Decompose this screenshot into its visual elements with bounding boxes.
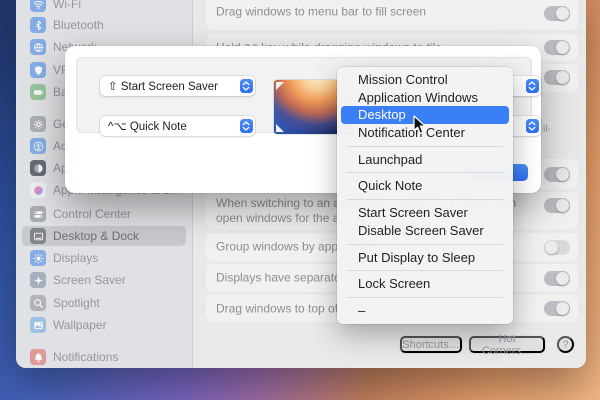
sidebar-item-wi-fi[interactable]: Wi-Fi bbox=[22, 0, 186, 14]
sidebar-item-label: Spotlight bbox=[53, 296, 100, 310]
toggle-switch-app[interactable] bbox=[544, 198, 570, 213]
sidebar-item-label: Wallpaper bbox=[53, 318, 107, 332]
toggle-knob bbox=[556, 272, 569, 285]
wallpaper-icon bbox=[30, 317, 46, 333]
menu-separator bbox=[347, 172, 503, 173]
vpn-icon bbox=[30, 62, 46, 78]
sidebar-item-screen-saver[interactable]: Screen Saver bbox=[22, 270, 186, 290]
toggle-drag-menu-bar[interactable] bbox=[544, 6, 570, 21]
sidebar-item-control-center[interactable]: Control Center bbox=[22, 204, 186, 224]
sidebar-item-label: Displays bbox=[53, 251, 98, 265]
menu-separator bbox=[347, 146, 503, 147]
clipped-text-fragment: ll- bbox=[543, 124, 551, 135]
bell-icon bbox=[30, 349, 46, 365]
sidebar-item-label: Desktop & Dock bbox=[53, 229, 139, 243]
sidebar-item-spotlight[interactable]: Spotlight bbox=[22, 293, 186, 313]
menu-item-quick-note[interactable]: Quick Note bbox=[337, 177, 513, 195]
chevron-up-down-icon bbox=[526, 79, 539, 93]
sidebar-item-label: Notifications bbox=[53, 350, 118, 364]
globe-icon bbox=[30, 39, 46, 55]
appearance-icon bbox=[30, 160, 46, 176]
hot-corner-popup-bottom-left[interactable]: ^⌥ Quick Note bbox=[100, 116, 255, 136]
menu-item-application-windows[interactable]: Application Windows bbox=[337, 89, 513, 107]
toggle-knob bbox=[556, 199, 569, 212]
chevron-up-down-icon bbox=[240, 79, 253, 93]
settings-row-label: Drag windows to menu bar to fill screen bbox=[216, 4, 536, 19]
chevron-up-down-icon bbox=[240, 119, 253, 133]
settings-row-drag-menu-bar: Drag windows to menu bar to fill screen bbox=[206, 0, 578, 30]
screen-saver-icon bbox=[30, 272, 46, 288]
toggle-knob bbox=[556, 71, 569, 84]
hot-corners-button[interactable]: Hot Corners… bbox=[469, 336, 545, 353]
battery-icon bbox=[30, 84, 46, 100]
menu-separator bbox=[347, 270, 503, 271]
popup-value: ^⌥ Quick Note bbox=[108, 119, 187, 133]
menu-item-launchpad[interactable]: Launchpad bbox=[337, 151, 513, 169]
sidebar-item-label: Control Center bbox=[53, 207, 131, 221]
toggle-knob bbox=[556, 7, 569, 20]
sidebar-item-notifications[interactable]: Notifications bbox=[22, 347, 186, 367]
hot-corner-marker-top-left bbox=[276, 82, 284, 90]
menu-item-[interactable]: – bbox=[337, 302, 513, 320]
toggle-drag-top[interactable] bbox=[544, 301, 570, 316]
popup-value: ⇧ Start Screen Saver bbox=[108, 79, 218, 93]
sidebar-item-label: Wi-Fi bbox=[53, 0, 81, 11]
menu-item-lock-screen[interactable]: Lock Screen bbox=[337, 275, 513, 293]
toggle-knob bbox=[545, 241, 558, 254]
siri-icon bbox=[30, 182, 46, 198]
toggle-hold-option[interactable] bbox=[544, 40, 570, 55]
display-icon bbox=[30, 250, 46, 266]
menu-item-disable-screen-saver[interactable]: Disable Screen Saver bbox=[337, 222, 513, 240]
menu-item-start-screen-saver[interactable]: Start Screen Saver bbox=[337, 204, 513, 222]
chevron-up-down-icon bbox=[526, 119, 539, 133]
toggle-separate-spaces[interactable] bbox=[544, 271, 570, 286]
toggle-knob bbox=[556, 302, 569, 315]
desktop-wallpaper: Wi-FiBluetoothNetworkVPNBatteryGeneralAc… bbox=[0, 0, 600, 400]
mouse-cursor bbox=[413, 115, 427, 135]
control-center-icon bbox=[30, 206, 46, 222]
hot-corner-marker-bottom-left bbox=[276, 124, 284, 132]
help-button[interactable]: ? bbox=[557, 336, 574, 353]
menu-separator bbox=[347, 199, 503, 200]
desktop-dock-icon bbox=[30, 228, 46, 244]
menu-separator bbox=[347, 244, 503, 245]
hot-corner-popup-top-left[interactable]: ⇧ Start Screen Saver bbox=[100, 76, 255, 96]
menu-item-put-display-to-sleep[interactable]: Put Display to Sleep bbox=[337, 249, 513, 267]
wifi-icon bbox=[30, 0, 46, 12]
hot-corner-action-menu: Mission ControlApplication WindowsDeskto… bbox=[337, 67, 513, 324]
sidebar-item-label: Bluetooth bbox=[53, 18, 104, 32]
shortcuts-button[interactable]: Shortcuts… bbox=[400, 336, 462, 353]
toggle-hidden-row-2[interactable] bbox=[544, 167, 570, 182]
sidebar-item-wallpaper[interactable]: Wallpaper bbox=[22, 315, 186, 335]
gear-icon bbox=[30, 116, 46, 132]
sidebar-item-bluetooth[interactable]: Bluetooth bbox=[22, 15, 186, 35]
sidebar-item-displays[interactable]: Displays bbox=[22, 248, 186, 268]
toggle-knob bbox=[556, 168, 569, 181]
sidebar-item-desktop-dock[interactable]: Desktop & Dock bbox=[22, 226, 186, 246]
toggle-group-windows[interactable] bbox=[544, 240, 570, 255]
spotlight-icon bbox=[30, 295, 46, 311]
menu-separator bbox=[347, 297, 503, 298]
menu-item-mission-control[interactable]: Mission Control bbox=[337, 71, 513, 89]
toggle-hidden-row-1[interactable] bbox=[544, 70, 570, 85]
toggle-knob bbox=[556, 41, 569, 54]
sidebar-item-label: Screen Saver bbox=[53, 273, 126, 287]
bluetooth-icon bbox=[30, 17, 46, 33]
accessibility-icon bbox=[30, 138, 46, 154]
